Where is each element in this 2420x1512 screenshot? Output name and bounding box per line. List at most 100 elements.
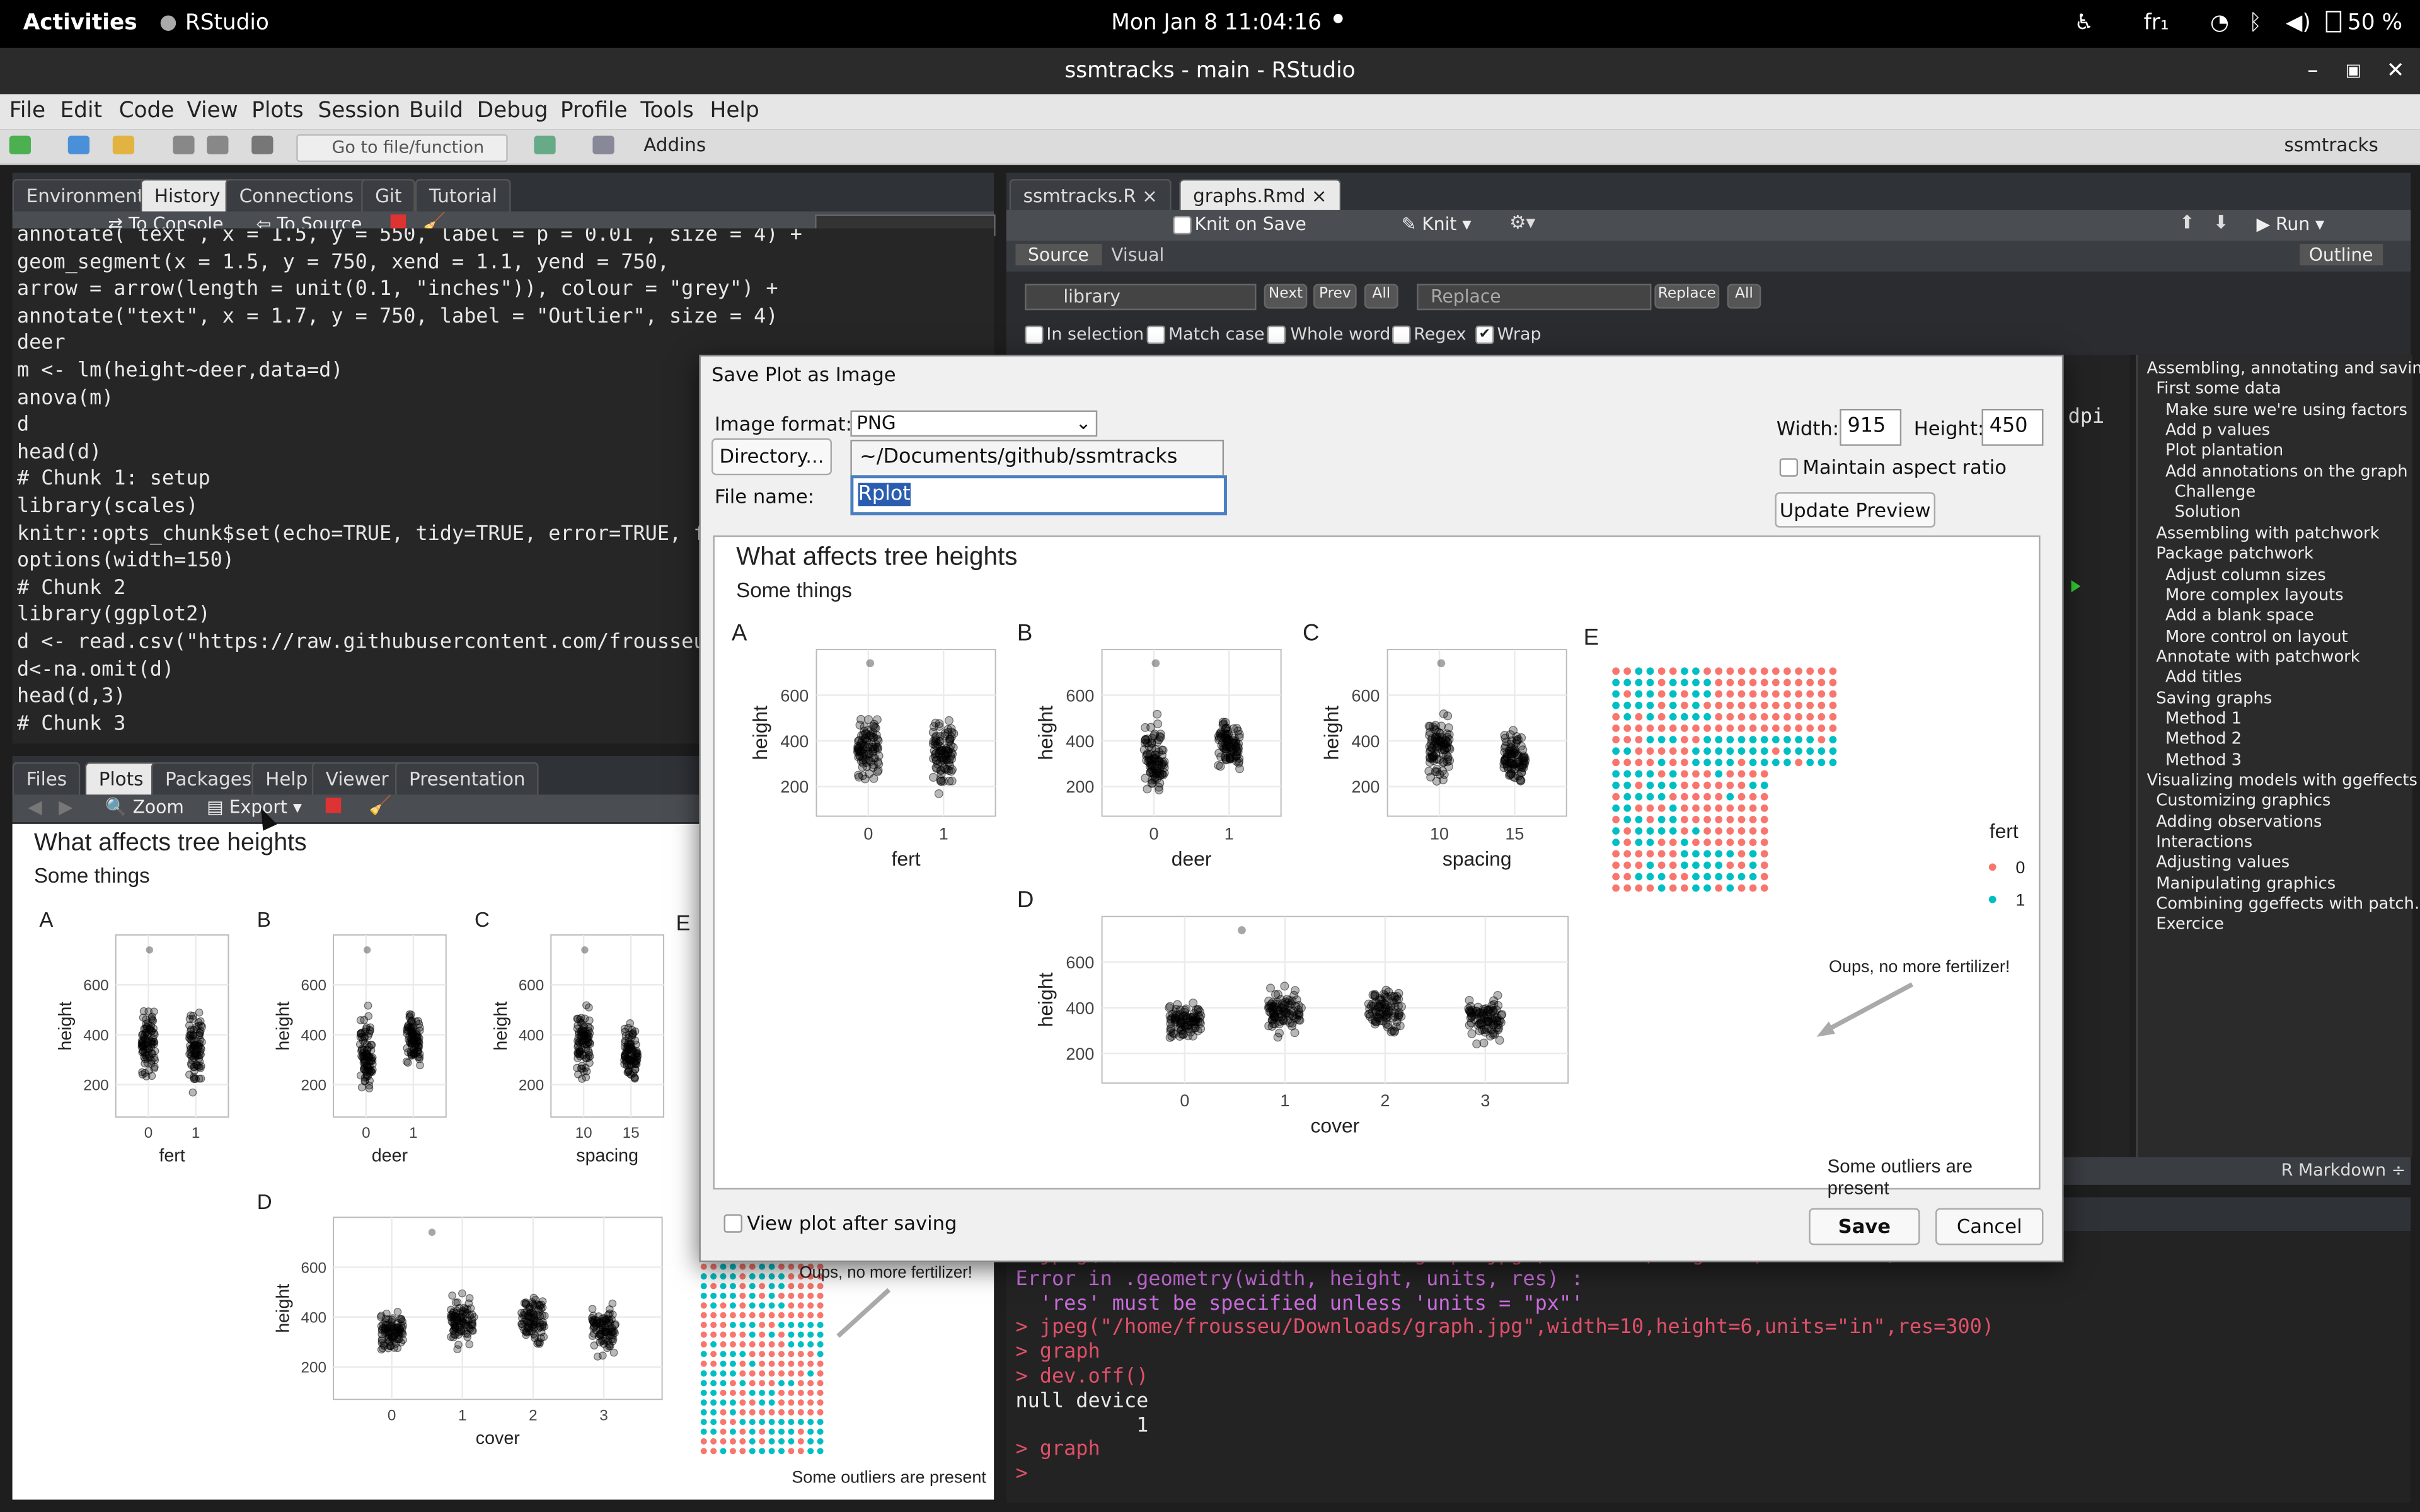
save-all-icon[interactable]	[207, 135, 229, 154]
visual-mode-button[interactable]: Visual	[1111, 244, 1164, 265]
outline-item[interactable]: Interactions	[2156, 833, 2252, 852]
history-entry[interactable]: arrow = arrow(length = unit(0.1, "inches…	[17, 277, 778, 304]
find-input[interactable]: library	[1025, 284, 1257, 311]
outline-item[interactable]: Method 3	[2165, 751, 2242, 769]
outline-item[interactable]: Manipulating graphics	[2156, 874, 2336, 893]
new-project-icon[interactable]	[67, 135, 90, 154]
tab-plots[interactable]: Plots	[84, 762, 158, 798]
keyboard-layout[interactable]: fr₁	[2144, 11, 2169, 35]
menu-edit[interactable]: Edit	[60, 99, 102, 123]
save-icon[interactable]	[173, 135, 195, 154]
outline-item[interactable]: Annotate with patchwork	[2156, 648, 2360, 666]
wifi-icon[interactable]: ◔	[2210, 11, 2229, 35]
replace-input[interactable]: Replace	[1417, 284, 1652, 311]
export-button[interactable]: ▤ Export ▾	[207, 796, 302, 818]
outline-item[interactable]: Customizing graphics	[2156, 792, 2331, 810]
outline-item[interactable]: Exercice	[2156, 915, 2224, 934]
image-format-select[interactable]: PNG ⌄	[850, 410, 1098, 437]
minimize-icon[interactable]: –	[2307, 48, 2318, 94]
history-entry[interactable]: head(d,3)	[17, 684, 126, 711]
replace-button[interactable]: Replace	[1654, 284, 1720, 309]
outline-item[interactable]: Adding observations	[2156, 813, 2322, 831]
tab-history[interactable]: History	[140, 179, 234, 215]
cancel-button[interactable]: Cancel	[1935, 1208, 2044, 1246]
tab-packages[interactable]: Packages	[151, 762, 266, 798]
outline-item[interactable]: Add titles	[2165, 668, 2242, 687]
width-input[interactable]: 915	[1840, 408, 1902, 446]
history-entry[interactable]: knitr::opts_chunk$set(echo=TRUE, tidy=TR…	[17, 521, 730, 548]
history-entry[interactable]: deer	[17, 331, 66, 358]
match-case-checkbox[interactable]	[1146, 325, 1165, 345]
version-control-icon[interactable]	[534, 135, 556, 154]
view-after-saving-checkbox[interactable]	[723, 1214, 742, 1233]
new-file-icon[interactable]	[9, 135, 31, 154]
maintain-aspect-checkbox[interactable]	[1779, 458, 1799, 477]
console-output[interactable]: > jpeg("/home/frousseu/Downloads/graph.j…	[1006, 1231, 2411, 1503]
bluetooth-icon[interactable]: ᛒ	[2249, 11, 2262, 35]
history-entry[interactable]: library(scales)	[17, 494, 199, 521]
history-entry[interactable]: d <- read.csv("https://raw.githubusercon…	[17, 629, 730, 656]
find-next-button[interactable]: Next	[1264, 284, 1308, 309]
history-entry[interactable]: anova(m)	[17, 385, 113, 412]
grid-icon[interactable]	[592, 135, 614, 154]
clock[interactable]: Mon Jan 8 11:04:16	[1111, 11, 1322, 35]
in-selection-checkbox[interactable]	[1025, 325, 1044, 345]
tab-connections[interactable]: Connections	[225, 179, 368, 215]
file-name-input[interactable]: Rplot	[850, 475, 1227, 515]
activities-button[interactable]: Activities	[23, 11, 137, 35]
outline-item[interactable]: Add annotations on the graph	[2165, 462, 2408, 481]
project-menu[interactable]: ssmtracks	[2285, 134, 2378, 156]
history-entry[interactable]: # Chunk 3	[17, 711, 126, 738]
outline-item[interactable]: Plot plantation	[2165, 442, 2283, 460]
forward-arrow-icon[interactable]: ▶	[59, 796, 73, 818]
whole-word-checkbox[interactable]	[1267, 325, 1286, 345]
remove-entry-icon[interactable]	[390, 214, 406, 230]
history-entry[interactable]: geom_segment(x = 1.5, y = 750, xend = 1.…	[17, 249, 669, 277]
source-mode-button[interactable]: Source	[1015, 243, 1102, 266]
outline-item[interactable]: Method 2	[2165, 730, 2242, 748]
update-preview-button[interactable]: Update Preview	[1775, 492, 1936, 528]
outline-item[interactable]: Assembling with patchwork	[2156, 524, 2379, 542]
outline-toggle[interactable]: Outline	[2300, 243, 2383, 266]
accessibility-icon[interactable]: ♿	[2074, 11, 2094, 35]
height-input[interactable]: 450	[1981, 408, 2044, 446]
regex-checkbox[interactable]	[1392, 325, 1411, 345]
run-chunk-icon[interactable]	[2071, 580, 2081, 593]
knit-button[interactable]: ✎ Knit ▾	[1402, 213, 1472, 234]
outline-item[interactable]: Solution	[2175, 503, 2241, 522]
menu-profile[interactable]: Profile	[560, 99, 628, 123]
outline-item[interactable]: First some data	[2156, 380, 2281, 398]
print-icon[interactable]	[251, 135, 274, 154]
menu-view[interactable]: View	[187, 99, 238, 123]
history-entry[interactable]: annotate("text", x = 1.7, y = 750, label…	[17, 304, 778, 331]
outline-item[interactable]: Add p values	[2165, 421, 2270, 440]
directory-button[interactable]: Directory...	[711, 438, 833, 476]
document-mode[interactable]: R Markdown ÷	[2281, 1160, 2406, 1181]
move-down-icon[interactable]: ⬇	[2213, 212, 2229, 233]
outline-item[interactable]: Package patchwork	[2156, 545, 2313, 563]
outline-item[interactable]: Adjust column sizes	[2165, 566, 2326, 584]
history-entry[interactable]: m <- lm(height~deer,data=d)	[17, 358, 343, 385]
outline-item[interactable]: Add a blank space	[2165, 607, 2314, 625]
volume-icon[interactable]: ◀)	[2286, 11, 2311, 35]
outline-item[interactable]: Saving graphs	[2156, 689, 2272, 707]
tab-viewer[interactable]: Viewer	[311, 762, 403, 798]
tab-presentation[interactable]: Presentation	[395, 762, 539, 798]
zoom-button[interactable]: 🔍 Zoom	[105, 796, 184, 818]
outline-item[interactable]: Visualizing models with ggeffects	[2147, 772, 2417, 790]
tab-git[interactable]: Git	[361, 179, 416, 215]
menu-debug[interactable]: Debug	[477, 99, 548, 123]
knit-on-save-checkbox[interactable]	[1173, 215, 1192, 235]
history-entry[interactable]: # Chunk 1: setup	[17, 467, 210, 494]
outline-item[interactable]: Method 1	[2165, 709, 2242, 728]
rstudio-app-indicator[interactable]: RStudio	[160, 11, 269, 35]
history-entry[interactable]: annotate( text , x = 1.5, y = 550, label…	[17, 228, 802, 249]
menu-build[interactable]: Build	[409, 99, 463, 123]
tab-ssmtracks-r[interactable]: ssmtracks.R ×	[1009, 179, 1172, 215]
tab-help[interactable]: Help	[251, 762, 322, 798]
outline-item[interactable]: Assembling, annotating and savin…	[2147, 360, 2420, 378]
replace-all-button[interactable]: All	[1727, 284, 1761, 309]
run-button[interactable]: ▶ Run ▾	[2256, 213, 2324, 234]
menu-help[interactable]: Help	[710, 99, 759, 123]
outline-item[interactable]: More complex layouts	[2165, 586, 2344, 604]
